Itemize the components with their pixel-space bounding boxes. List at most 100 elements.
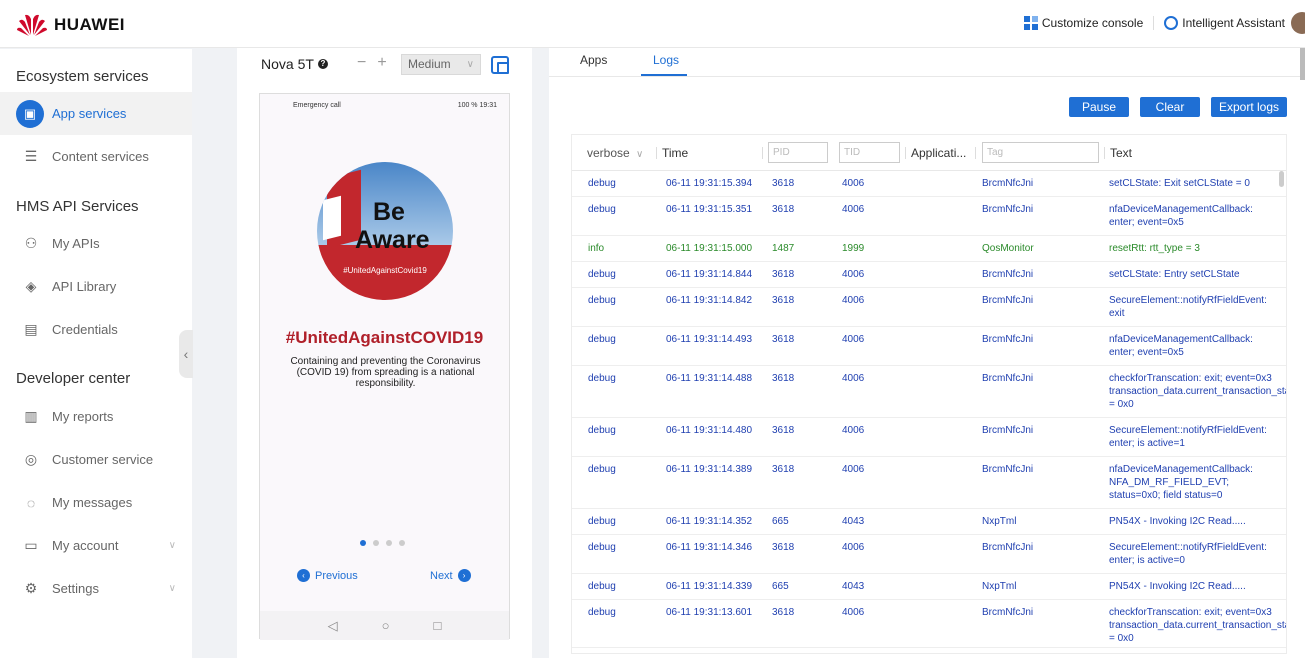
- sidebar-item-my-messages[interactable]: ◌ My messages: [0, 481, 192, 524]
- screen-size-select[interactable]: Medium ∨: [401, 54, 481, 75]
- chevron-down-icon: ∨: [168, 583, 176, 594]
- sidebar-item-label: Settings: [52, 581, 99, 596]
- zoom-out-button[interactable]: −: [357, 54, 366, 72]
- previous-button[interactable]: ‹ Previous: [297, 569, 358, 582]
- sidebar-item-api-library[interactable]: ◈ API Library: [0, 265, 192, 308]
- log-row[interactable]: debug 06-11 19:31:14.346 3618 4006 BrcmNfcJn…: [572, 535, 1286, 574]
- page-scrollbar[interactable]: [1300, 48, 1305, 80]
- back-icon[interactable]: ◁: [328, 618, 338, 634]
- level-filter[interactable]: verbose ∨: [587, 146, 643, 160]
- log-level: debug: [588, 542, 616, 553]
- log-pid: 3618: [772, 178, 795, 189]
- avatar[interactable]: [1291, 12, 1305, 34]
- question-icon[interactable]: ?: [317, 59, 328, 69]
- log-level: debug: [588, 295, 616, 306]
- page-dot: [373, 540, 379, 546]
- sidebar-item-app-services[interactable]: ▣ App services: [0, 92, 192, 135]
- sidebar-item-customer-service[interactable]: ◎ Customer service: [0, 438, 192, 481]
- log-row[interactable]: debug 06-11 19:31:14.389 3618 4006 BrcmNfcJn…: [572, 457, 1286, 509]
- sidebar-item-label: Credentials: [52, 322, 118, 337]
- log-pid: 3618: [772, 334, 795, 345]
- section-hms-api-services: HMS API Services: [16, 198, 139, 215]
- log-table: verbose ∨ Time PID TID Applicati... Tag …: [571, 134, 1287, 654]
- log-tid: 4006: [842, 269, 865, 280]
- log-text: resetRtt: rtt_type = 3: [1109, 243, 1200, 254]
- log-pid: 3618: [772, 542, 795, 553]
- log-row[interactable]: debug 06-11 19:31:14.493 3618 4006 BrcmNfcJn…: [572, 327, 1286, 366]
- log-row[interactable]: debug 06-11 19:31:15.351 3618 4006 BrcmNfcJn…: [572, 197, 1286, 236]
- pid-filter-input[interactable]: PID: [768, 142, 828, 163]
- section-ecosystem-services: Ecosystem services: [16, 68, 149, 85]
- column-application: Applicati...: [911, 146, 967, 160]
- column-text: Text: [1110, 146, 1133, 160]
- device-panel: Nova 5T ? − + Medium ∨ Emergency call 10…: [237, 48, 532, 658]
- log-time: 06-11 19:31:14.339: [666, 581, 753, 592]
- log-row[interactable]: debug 06-11 19:31:15.394 3618 4006 BrcmNfcJn…: [572, 171, 1286, 197]
- log-row[interactable]: debug 06-11 19:31:14.480 3618 4006 BrcmNfcJn…: [572, 418, 1286, 457]
- tab-logs[interactable]: Logs: [653, 53, 679, 67]
- sidebar-item-my-reports[interactable]: ▥ My reports: [0, 395, 192, 438]
- column-divider: [905, 147, 906, 159]
- phone-screen[interactable]: Emergency call 100 % 19:31 Be Aware #Uni…: [259, 93, 510, 640]
- export-logs-button[interactable]: Export logs: [1211, 97, 1287, 117]
- log-time: 06-11 19:31:14.346: [666, 542, 753, 553]
- log-row[interactable]: debug 06-11 19:31:13.601 3618 4006 BrcmNfcJn…: [572, 600, 1286, 648]
- tag-filter-input[interactable]: Tag: [982, 142, 1099, 163]
- home-icon[interactable]: ○: [382, 618, 390, 633]
- tab-apps[interactable]: Apps: [580, 53, 607, 67]
- log-row[interactable]: debug 06-11 19:31:14.488 3618 4006 BrcmNfcJn…: [572, 366, 1286, 418]
- log-text: SecureElement::notifyRfFieldEvent: enter…: [1109, 425, 1267, 449]
- sidebar-item-settings[interactable]: ⚙ Settings ∨: [0, 567, 192, 610]
- log-pid: 3618: [772, 269, 795, 280]
- table-scrollbar[interactable]: [1279, 171, 1284, 187]
- bar-chart-icon: ▥: [24, 408, 38, 424]
- log-text: setCLState: Exit setCLState = 0: [1109, 178, 1250, 189]
- next-button[interactable]: Next ›: [430, 569, 471, 582]
- log-row[interactable]: info 06-11 19:31:15.000 1487 1999 QosMonitor…: [572, 236, 1286, 262]
- log-pid: 665: [772, 516, 789, 527]
- column-divider: [975, 147, 976, 159]
- log-text: checkforTranscation: exit; event=0x3 tra…: [1109, 373, 1287, 410]
- log-tid: 4006: [842, 295, 865, 306]
- device-selector[interactable]: Nova 5T ?: [261, 56, 328, 72]
- sidebar-item-credentials[interactable]: ▤ Credentials: [0, 308, 192, 351]
- log-tid: 4006: [842, 334, 865, 345]
- clear-button[interactable]: Clear: [1140, 97, 1200, 117]
- flag-stripe: [323, 195, 341, 241]
- log-row[interactable]: debug 06-11 19:31:14.339 665 4043 NxpTml PN54…: [572, 574, 1286, 600]
- log-tid: 1999: [842, 243, 865, 254]
- log-row[interactable]: debug 06-11 19:31:14.844 3618 4006 BrcmNfcJn…: [572, 262, 1286, 288]
- zoom-in-button[interactable]: +: [377, 54, 386, 72]
- gear-icon: ⚙: [24, 580, 38, 596]
- sidebar-item-my-account[interactable]: ▭ My account ∨: [0, 524, 192, 567]
- log-text: PN54X - Invoking I2C Read.....: [1109, 581, 1246, 592]
- tid-filter-input[interactable]: TID: [839, 142, 900, 163]
- pause-button[interactable]: Pause: [1069, 97, 1129, 117]
- log-time: 06-11 19:31:13.601: [666, 607, 753, 618]
- status-right: 100 % 19:31: [457, 102, 497, 109]
- sidebar-collapse-button[interactable]: ‹: [179, 330, 193, 378]
- chat-icon: ◌: [26, 494, 36, 511]
- log-row[interactable]: debug 06-11 19:31:14.842 3618 4006 BrcmNfcJn…: [572, 288, 1286, 327]
- log-tag: BrcmNfcJni: [982, 607, 1034, 618]
- log-level: debug: [588, 516, 616, 527]
- rotate-screen-button[interactable]: [491, 56, 509, 74]
- sidebar-item-content-services[interactable]: ☰ Content services: [0, 135, 192, 178]
- sidebar-item-label: App services: [52, 106, 127, 121]
- log-text: nfaDeviceManagementCallback: enter; even…: [1109, 204, 1253, 228]
- log-tid: 4006: [842, 464, 865, 475]
- customize-console-link[interactable]: Customize console: [1023, 16, 1143, 30]
- huawei-logo[interactable]: HUAWEI: [16, 13, 125, 37]
- log-row[interactable]: debug 06-11 19:31:14.352 665 4043 NxpTml PN54…: [572, 509, 1286, 535]
- divider: [1153, 16, 1155, 30]
- page-dot: [360, 540, 366, 546]
- recents-icon[interactable]: □: [434, 618, 442, 633]
- intelligent-assistant-link[interactable]: Intelligent Assistant: [1164, 16, 1285, 30]
- headset-icon: ◎: [24, 451, 38, 467]
- document-icon: ▤: [24, 321, 38, 337]
- log-pid: 665: [772, 581, 789, 592]
- sidebar-item-my-apis[interactable]: ⚇ My APIs: [0, 222, 192, 265]
- sidebar-item-label: Content services: [52, 149, 149, 164]
- log-time: 06-11 19:31:15.351: [666, 204, 753, 215]
- sidebar: Ecosystem services ▣ App services ☰ Cont…: [0, 49, 192, 658]
